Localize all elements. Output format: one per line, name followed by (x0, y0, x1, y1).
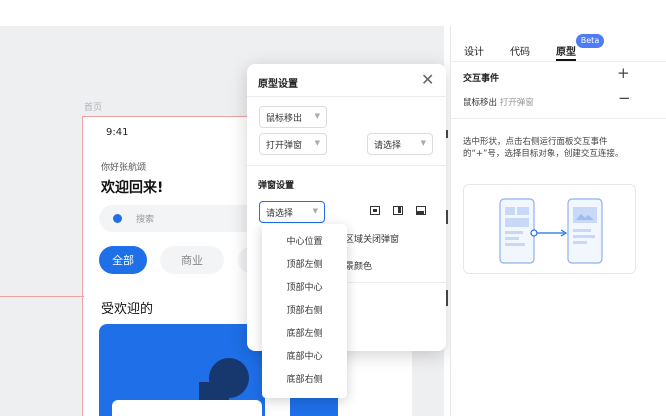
divider (247, 96, 446, 97)
chip-all[interactable]: 全部 (99, 246, 147, 274)
remove-icon[interactable]: − (618, 89, 631, 107)
icon-fill (417, 210, 424, 214)
interaction-event-row[interactable]: 鼠标移出 打开弹窗 (463, 96, 534, 108)
search-bar[interactable]: 搜索 (99, 205, 269, 232)
search-icon (113, 214, 122, 223)
trigger-select[interactable]: 鼠标移出 ▼ (259, 106, 327, 128)
dropdown-option[interactable]: 中心位置 (262, 232, 347, 252)
guide-line (0, 296, 84, 297)
icon-fill (373, 208, 377, 212)
position-dropdown: 中心位置 顶部左侧 顶部中心 顶部右侧 底部左侧 底部中心 底部右侧 (262, 224, 347, 398)
tab-code[interactable]: 代码 (510, 43, 530, 58)
artboard-label[interactable]: 首页 (84, 100, 102, 113)
chip-business[interactable]: 商业 (160, 246, 224, 274)
dropdown-option[interactable]: 底部右侧 (262, 370, 347, 390)
tab-prototype[interactable]: 原型 (556, 43, 576, 58)
popover-title: 原型设置 (258, 79, 298, 90)
divider (451, 61, 666, 62)
dropdown-option[interactable]: 顶部中心 (262, 278, 347, 298)
hero-card-overlay (112, 400, 262, 416)
top-bar (0, 0, 666, 26)
dropdown-option[interactable]: 顶部右侧 (262, 301, 347, 321)
divider (451, 118, 666, 119)
add-icon[interactable]: + (617, 64, 630, 82)
target-select-value: 请选择 (374, 140, 402, 151)
position-center-icon[interactable] (370, 206, 380, 215)
trigger-select-value: 鼠标移出 (266, 113, 303, 124)
event-trigger: 鼠标移出 (463, 98, 498, 108)
interaction-heading: 交互事件 (463, 74, 500, 84)
divider (345, 282, 446, 283)
action-select[interactable]: 打开弹窗 ▼ (259, 133, 327, 155)
action-select-value: 打开弹窗 (266, 140, 303, 151)
dropdown-option[interactable]: 底部左侧 (262, 324, 347, 344)
chevron-down-icon: ▼ (420, 139, 426, 147)
close-outside-option[interactable]: 区域关闭弹窗 (345, 232, 399, 245)
event-action: 打开弹窗 (499, 98, 534, 108)
status-time: 9:41 (106, 127, 129, 138)
target-select[interactable]: 请选择 ▼ (367, 133, 433, 155)
illustration-icon (499, 198, 603, 264)
chevron-down-icon: ▼ (314, 139, 320, 147)
position-select-value: 请选择 (266, 208, 294, 219)
welcome-heading: 欢迎回来! (101, 180, 164, 196)
beta-badge: Beta (576, 34, 604, 48)
section-title: 受欢迎的 (101, 302, 154, 317)
position-side-icon[interactable] (393, 206, 403, 215)
divider (247, 165, 446, 166)
icon-fill (397, 207, 401, 213)
position-select[interactable]: 请选择 ▼ (259, 201, 325, 223)
dropdown-option[interactable]: 顶部左侧 (262, 255, 347, 275)
close-icon[interactable]: ✕ (421, 70, 434, 90)
hero-illustration-shape (235, 372, 243, 388)
position-bottom-icon[interactable] (416, 206, 426, 215)
dropdown-option[interactable]: 底部中心 (262, 347, 347, 367)
popup-settings-title: 弹窗设置 (258, 181, 295, 191)
search-placeholder: 搜索 (136, 215, 155, 225)
chevron-down-icon: ▼ (314, 112, 320, 120)
greeting-text: 你好张航颂 (101, 163, 147, 173)
tab-design[interactable]: 设计 (464, 43, 484, 58)
prototype-illustration (463, 184, 636, 274)
help-description: 选中形状，点击右侧运行面板交互事件的“+”号，选择目标对象，创建交互连接。 (463, 137, 624, 159)
background-color-option[interactable]: 景颜色 (345, 259, 372, 272)
chevron-down-icon: ▼ (312, 207, 318, 215)
